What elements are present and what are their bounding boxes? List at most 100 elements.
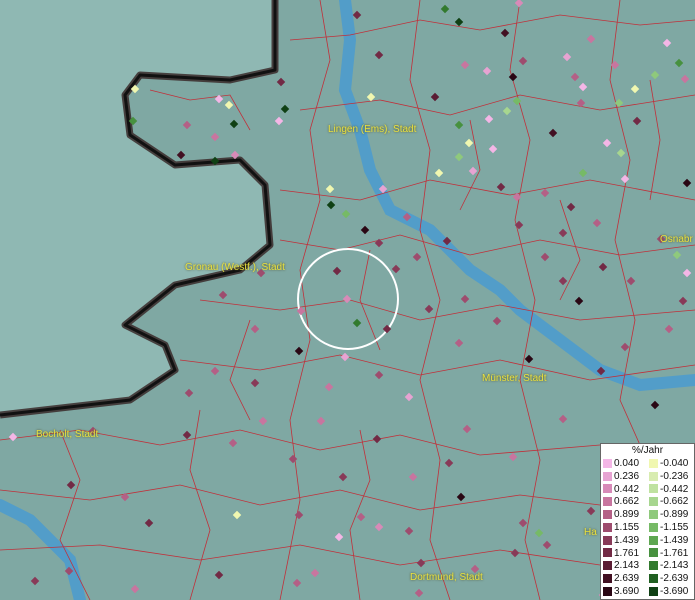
data-point[interactable] (518, 56, 528, 66)
data-point[interactable] (620, 174, 630, 184)
data-point[interactable] (462, 424, 472, 434)
data-point[interactable] (632, 116, 642, 126)
data-point[interactable] (414, 588, 424, 598)
data-point[interactable] (574, 296, 584, 306)
data-point[interactable] (566, 202, 576, 212)
data-point[interactable] (454, 120, 464, 130)
data-point[interactable] (484, 114, 494, 124)
data-point[interactable] (630, 84, 640, 94)
data-point[interactable] (620, 342, 630, 352)
data-point[interactable] (558, 228, 568, 238)
data-point[interactable] (30, 576, 40, 586)
data-point[interactable] (602, 138, 612, 148)
data-point[interactable] (434, 168, 444, 178)
data-point[interactable] (340, 352, 350, 362)
data-point[interactable] (342, 294, 352, 304)
data-point[interactable] (460, 294, 470, 304)
data-point[interactable] (258, 416, 268, 426)
data-point[interactable] (514, 220, 524, 230)
data-point[interactable] (454, 338, 464, 348)
data-point[interactable] (176, 150, 186, 160)
data-point[interactable] (214, 570, 224, 580)
data-point[interactable] (232, 510, 242, 520)
data-point[interactable] (224, 100, 234, 110)
data-point[interactable] (424, 304, 434, 314)
data-point[interactable] (182, 120, 192, 130)
data-point[interactable] (130, 584, 140, 594)
data-point[interactable] (444, 458, 454, 468)
data-point[interactable] (518, 518, 528, 528)
data-point[interactable] (334, 532, 344, 542)
data-point[interactable] (352, 10, 362, 20)
data-point[interactable] (391, 264, 401, 274)
data-point[interactable] (228, 438, 238, 448)
data-point[interactable] (500, 28, 510, 38)
data-point[interactable] (356, 512, 366, 522)
data-point[interactable] (558, 276, 568, 286)
data-point[interactable] (672, 250, 682, 260)
data-point[interactable] (650, 70, 660, 80)
data-point[interactable] (144, 518, 154, 528)
data-point[interactable] (274, 116, 284, 126)
data-point[interactable] (680, 74, 690, 84)
map-view[interactable]: Lingen (Ems), Stadt Gronau (Westf.), Sta… (0, 0, 695, 600)
data-point[interactable] (598, 262, 608, 272)
data-point[interactable] (482, 66, 492, 76)
data-point[interactable] (184, 388, 194, 398)
data-point[interactable] (578, 168, 588, 178)
data-point[interactable] (404, 526, 414, 536)
data-point[interactable] (460, 60, 470, 70)
data-point[interactable] (502, 106, 512, 116)
data-point[interactable] (374, 238, 384, 248)
data-point[interactable] (626, 276, 636, 286)
data-point[interactable] (292, 578, 302, 588)
data-point[interactable] (514, 0, 524, 8)
data-point[interactable] (416, 558, 426, 568)
data-point[interactable] (682, 268, 692, 278)
data-point[interactable] (492, 316, 502, 326)
data-point[interactable] (454, 17, 464, 27)
data-point[interactable] (542, 540, 552, 550)
data-point[interactable] (372, 434, 382, 444)
data-point[interactable] (468, 166, 478, 176)
data-point[interactable] (210, 132, 220, 142)
data-point[interactable] (578, 82, 588, 92)
data-point[interactable] (496, 182, 506, 192)
data-point[interactable] (430, 92, 440, 102)
data-point[interactable] (404, 392, 414, 402)
data-point[interactable] (664, 324, 674, 334)
data-point[interactable] (326, 200, 336, 210)
data-point[interactable] (456, 492, 466, 502)
data-point[interactable] (586, 506, 596, 516)
data-point[interactable] (592, 218, 602, 228)
data-point[interactable] (510, 548, 520, 558)
data-point[interactable] (374, 522, 384, 532)
data-point[interactable] (464, 138, 474, 148)
data-point[interactable] (310, 568, 320, 578)
data-point[interactable] (650, 400, 660, 410)
data-point[interactable] (210, 366, 220, 376)
data-point[interactable] (616, 148, 626, 158)
data-point[interactable] (366, 92, 376, 102)
data-point[interactable] (250, 324, 260, 334)
data-point[interactable] (332, 266, 342, 276)
data-point[interactable] (524, 354, 534, 364)
data-point[interactable] (325, 184, 335, 194)
data-point[interactable] (352, 318, 362, 328)
data-point[interactable] (540, 188, 550, 198)
data-point[interactable] (540, 252, 550, 262)
data-point[interactable] (508, 452, 518, 462)
data-point[interactable] (182, 430, 192, 440)
data-point[interactable] (316, 416, 326, 426)
data-point[interactable] (454, 152, 464, 162)
data-point[interactable] (341, 209, 351, 219)
data-point[interactable] (324, 382, 334, 392)
data-point[interactable] (558, 414, 568, 424)
data-point[interactable] (8, 432, 18, 442)
data-point[interactable] (360, 225, 370, 235)
data-point[interactable] (562, 52, 572, 62)
data-point[interactable] (218, 290, 228, 300)
data-point[interactable] (412, 252, 422, 262)
data-point[interactable] (338, 472, 348, 482)
data-point[interactable] (229, 119, 239, 129)
